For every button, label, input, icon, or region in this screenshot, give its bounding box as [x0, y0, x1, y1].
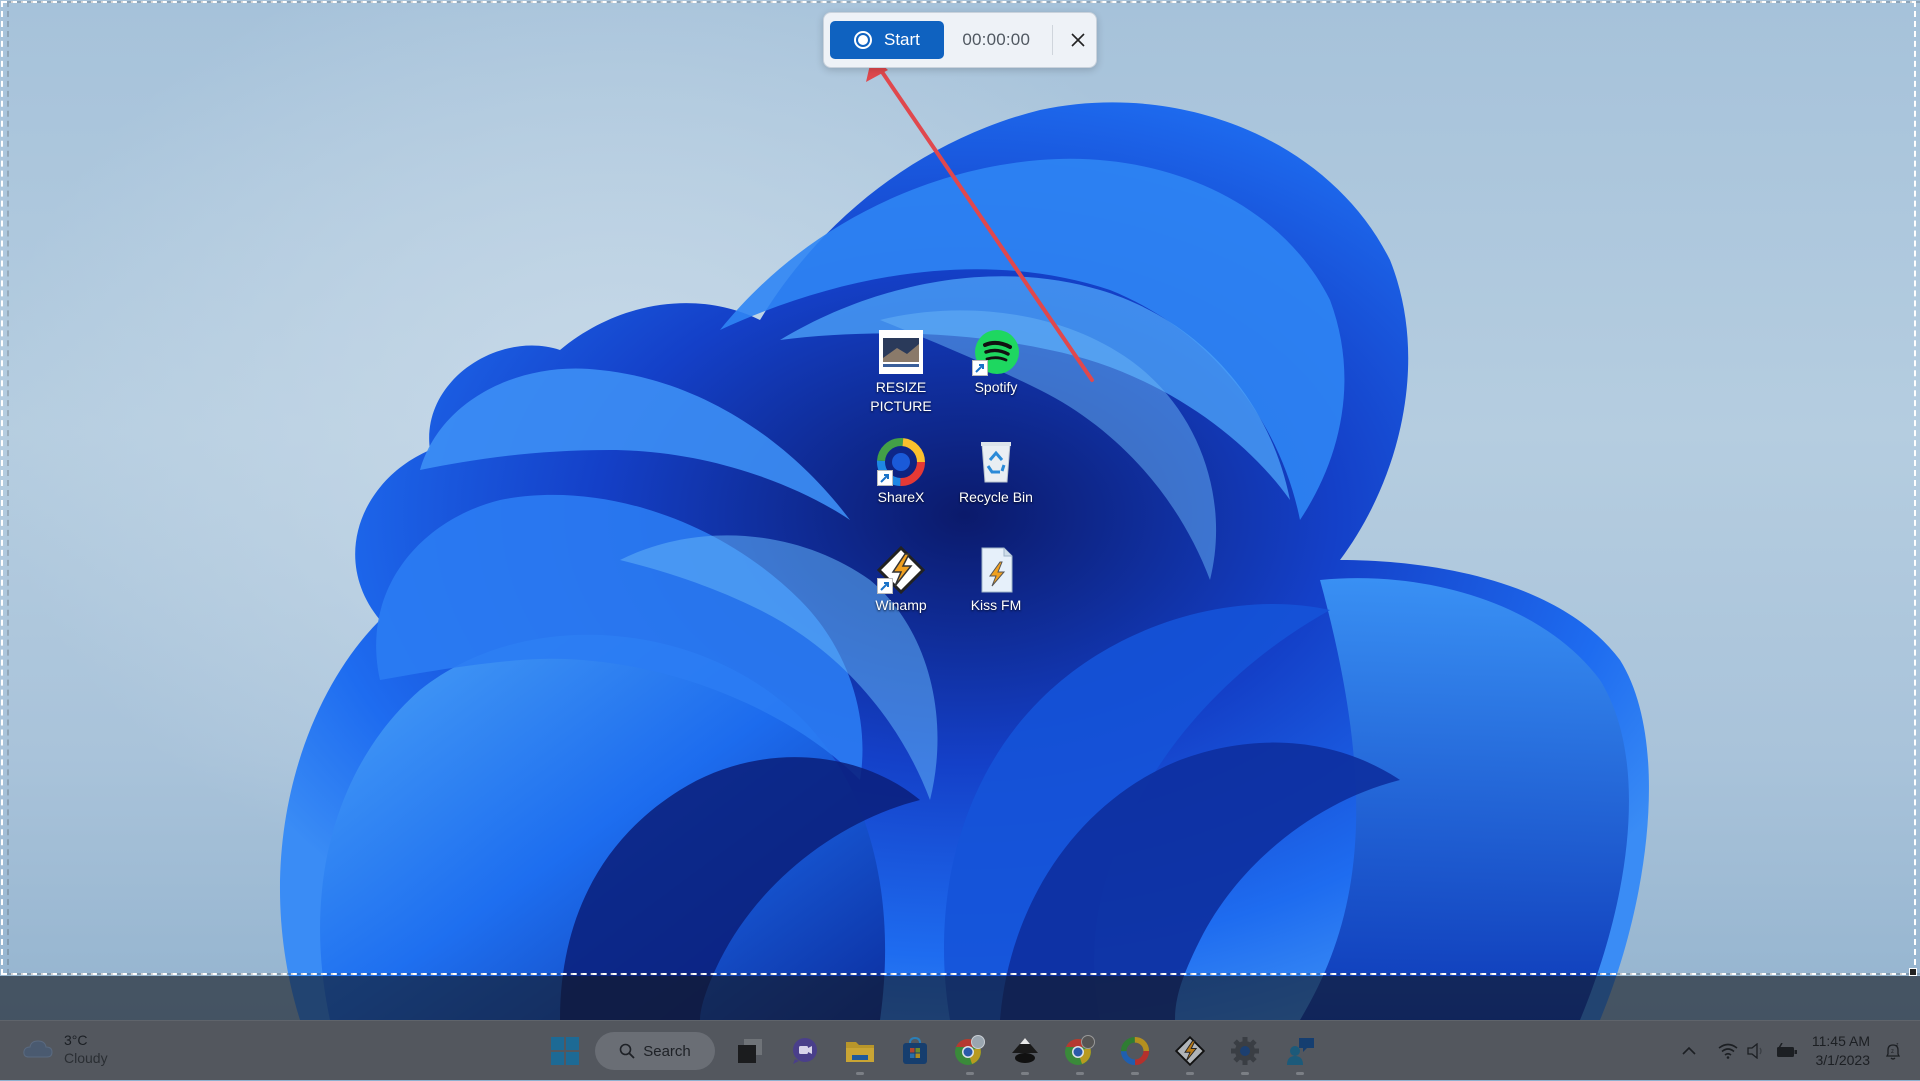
svg-text:z: z	[1896, 1042, 1899, 1048]
windows-start-icon	[551, 1037, 579, 1065]
taskbar-quick-assist[interactable]	[1275, 1029, 1325, 1075]
winamp-icon	[876, 545, 926, 595]
running-indicator	[1131, 1072, 1139, 1075]
desktop-icon-label: Recycle Bin	[959, 489, 1033, 505]
taskbar-task-view[interactable]	[725, 1029, 775, 1073]
desktop-icon-sharex[interactable]: ShareX	[853, 438, 949, 507]
desktop-icon-spotify[interactable]: Spotify	[948, 328, 1044, 397]
desktop-icon-recycle-bin[interactable]: Recycle Bin	[948, 438, 1044, 507]
clock-time: 11:45 AM	[1811, 1033, 1870, 1049]
winamp-playlist-file-icon	[972, 546, 1020, 594]
running-indicator	[1296, 1072, 1304, 1075]
taskbar-winamp[interactable]	[1165, 1029, 1215, 1075]
microsoft-store-icon	[903, 1037, 927, 1064]
taskbar-apps: Search	[540, 1021, 1330, 1081]
toolbar-divider	[1052, 25, 1054, 55]
image-file-icon	[877, 328, 925, 376]
desktop-icon-kiss-fm[interactable]: Kiss FM	[948, 546, 1044, 615]
running-indicator	[1241, 1072, 1249, 1075]
show-hidden-icons-button[interactable]	[1682, 1046, 1696, 1056]
running-indicator	[966, 1072, 974, 1075]
settings-gear-icon	[1231, 1037, 1259, 1065]
notification-bell-snooze-icon: z z	[1885, 1042, 1901, 1060]
running-indicator	[856, 1072, 864, 1075]
file-explorer-icon	[846, 1042, 874, 1062]
close-button[interactable]	[1059, 21, 1096, 59]
taskbar-chrome-profile-2[interactable]	[1055, 1029, 1105, 1075]
windows-bloom-wallpaper	[279, 102, 1649, 1020]
taskbar-sharex[interactable]	[1110, 1029, 1160, 1075]
network-status[interactable]	[1718, 1043, 1738, 1059]
shortcut-arrow-icon	[877, 470, 893, 486]
shortcut-arrow-icon	[877, 578, 893, 594]
capture-excluded-area	[0, 976, 1920, 1020]
search-label: Search	[643, 1042, 691, 1060]
running-indicator	[1021, 1072, 1029, 1075]
taskbar-chrome-profile-1[interactable]	[945, 1029, 995, 1075]
running-indicator	[1076, 1072, 1084, 1075]
desktop-icon-winamp[interactable]: Winamp	[853, 545, 949, 615]
desktop-icon-resize-picture[interactable]: RESIZE PICTURE	[853, 328, 949, 416]
winamp-icon	[1175, 1036, 1205, 1066]
weather-condition: Cloudy	[64, 1050, 108, 1066]
desktop-icon-label: Spotify	[974, 379, 1018, 395]
start-button[interactable]	[540, 1029, 590, 1073]
record-icon	[854, 31, 872, 49]
shortcut-arrow-icon	[972, 360, 988, 376]
system-tray: 11:45 AM 3/1/2023 z z	[1682, 1021, 1920, 1081]
sharex-icon	[877, 438, 925, 486]
recording-timer: 00:00:00	[962, 30, 1031, 49]
taskbar-chat[interactable]	[780, 1029, 830, 1073]
taskbar-settings[interactable]	[1220, 1029, 1270, 1075]
screen-recorder-toolbar: Start 00:00:00	[823, 12, 1097, 68]
wifi-icon	[1718, 1043, 1738, 1059]
desktop-icon-label: Kiss FM	[970, 597, 1022, 613]
running-indicator	[1186, 1072, 1194, 1075]
chevron-up-icon	[1682, 1046, 1696, 1055]
taskbar-search[interactable]: Search	[595, 1032, 715, 1070]
notifications-button[interactable]: z z	[1884, 1042, 1902, 1060]
desktop-icon-label: PICTURE	[870, 398, 932, 414]
speaker-icon	[1747, 1043, 1762, 1059]
taskbar-microsoft-store[interactable]	[890, 1029, 940, 1073]
desktop-wallpaper	[0, 0, 1920, 1080]
clock-date: 3/1/2023	[1815, 1052, 1871, 1068]
chrome-icon	[1065, 1035, 1095, 1065]
desktop-icon-label: Winamp	[875, 597, 927, 613]
desktop-icon-label: ShareX	[877, 489, 925, 505]
taskbar-file-explorer[interactable]	[835, 1029, 885, 1075]
task-view-icon	[738, 1039, 762, 1063]
inkscape-icon	[1012, 1038, 1038, 1063]
search-icon	[619, 1043, 635, 1059]
spotify-icon	[972, 328, 1020, 376]
cloud-icon	[23, 1040, 53, 1058]
battery-charging-icon	[1776, 1043, 1797, 1057]
battery-status[interactable]	[1776, 1043, 1798, 1059]
start-label: Start	[884, 30, 920, 49]
recycle-bin-icon	[972, 438, 1020, 486]
chrome-icon	[955, 1035, 985, 1065]
desktop-icon-label: RESIZE	[875, 379, 927, 395]
teams-chat-icon	[793, 1038, 817, 1064]
clock[interactable]: 11:45 AM 3/1/2023	[1812, 1032, 1870, 1070]
svg-text:z: z	[1891, 1049, 1894, 1055]
taskbar-inkscape[interactable]	[1000, 1029, 1050, 1075]
start-recording-button[interactable]: Start	[830, 21, 945, 59]
taskbar: 3°C Cloudy Search 11:45 AM 3/1/2023 z z	[0, 1020, 1920, 1080]
volume-control[interactable]	[1746, 1043, 1766, 1059]
close-icon	[1070, 33, 1085, 47]
weather-temperature: 3°C	[64, 1032, 88, 1048]
weather-widget[interactable]: 3°C Cloudy	[22, 1031, 108, 1067]
sharex-icon	[1120, 1036, 1150, 1066]
quick-assist-icon	[1287, 1038, 1314, 1065]
